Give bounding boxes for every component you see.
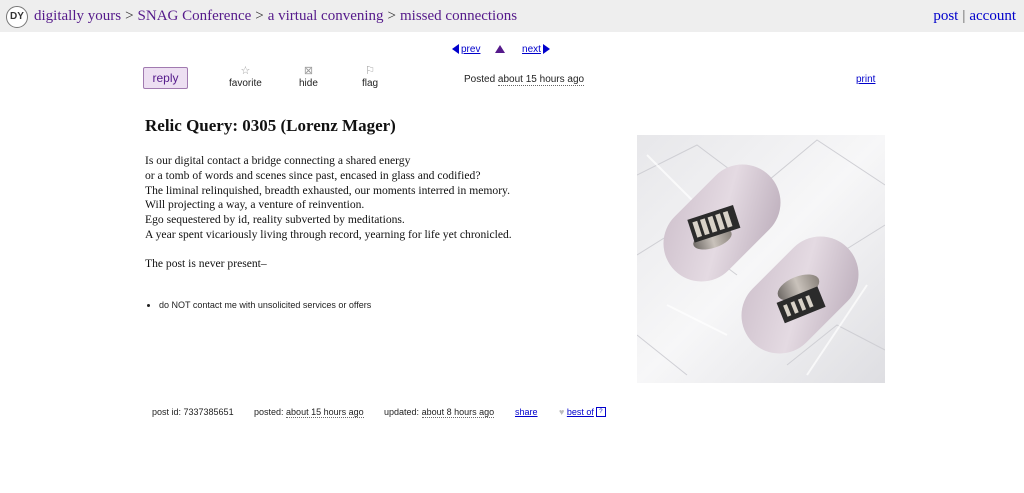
hide-button[interactable]: ⊠ hide [299,65,318,90]
body-line: A year spent vicariously living through … [145,227,512,241]
post-link[interactable]: post [933,8,958,24]
post-body: Is our digital contact a bridge connecti… [145,154,565,272]
logo-icon[interactable]: DY [6,6,28,28]
body-line: Ego sequestered by id, reality subverted… [145,213,405,227]
body-line: Is our digital contact a bridge connecti… [145,154,411,167]
post-id: post id: 7337385651 [152,407,234,417]
posted-label: Posted [464,74,496,85]
hide-label: hide [299,78,318,89]
next-arrow-icon[interactable] [542,44,550,55]
breadcrumb-area[interactable]: SNAG Conference [138,8,252,24]
breadcrumb-category[interactable]: missed connections [400,8,517,24]
flag-label: flag [362,78,379,89]
post-title: Relic Query: 0305 (Lorenz Mager) [145,116,396,135]
trash-icon: ⊠ [303,65,314,77]
breadcrumb-section[interactable]: a virtual convening [268,8,384,24]
post-image[interactable] [637,135,885,383]
star-icon: ☆ [240,65,251,77]
breadcrumb-separator: > [387,8,396,24]
footer-posted: posted: about 15 hours ago [254,407,364,418]
prev-arrow-icon[interactable] [452,44,459,55]
print-container: print [856,74,875,85]
flag-button[interactable]: ⚐ flag [362,65,379,90]
post-navigation: prev next [452,44,550,55]
favorite-label: favorite [229,78,262,89]
breadcrumb-separator: > [255,8,264,24]
next-link[interactable]: next [522,44,541,55]
footer-updated-label: updated: [384,407,420,417]
posted-value: about 15 hours ago [497,74,585,86]
breadcrumb-site[interactable]: digitally yours [34,8,121,24]
footer-posted-value: about 15 hours ago [286,407,364,418]
link-divider: | [962,8,966,24]
top-bar: DY digitally yours > SNAG Conference > a vir… [0,0,1024,32]
favorite-button[interactable]: ☆ favorite [229,65,262,90]
account-links: post | account [933,7,1016,25]
account-link[interactable]: account [969,8,1016,24]
breadcrumb-separator: > [125,8,134,24]
reply-button[interactable]: reply [143,67,188,89]
share-link[interactable]: share [515,407,538,417]
up-arrow-icon[interactable] [495,45,506,54]
flag-icon: ⚐ [365,65,375,77]
print-link[interactable]: print [856,74,875,85]
footer-updated-value: about 8 hours ago [421,407,495,418]
footer-posted-label: posted: [254,407,284,417]
notice-item: do NOT contact me with unsolicited servi… [159,300,371,310]
notices-list: do NOT contact me with unsolicited servi… [147,300,371,310]
posted-time: Posted about 15 hours ago [464,74,585,86]
footer-updated: updated: about 8 hours ago [384,407,495,418]
breadcrumb: digitally yours > SNAG Conference > a virtua… [34,7,517,25]
best-of-container: ♥ best of? [559,407,606,417]
body-closing: The post is never present– [145,256,267,270]
best-of-link[interactable]: best of [567,407,594,417]
heart-icon: ♥ [559,407,565,417]
body-line: Will projecting a way, a venture of rein… [145,198,365,212]
share-container: share [515,407,538,417]
prev-link[interactable]: prev [461,44,480,55]
body-line: The liminal relinquished, breadth exhaus… [145,183,510,197]
body-line: or a tomb of words and scenes since past… [145,168,481,182]
help-icon[interactable]: ? [595,407,606,417]
